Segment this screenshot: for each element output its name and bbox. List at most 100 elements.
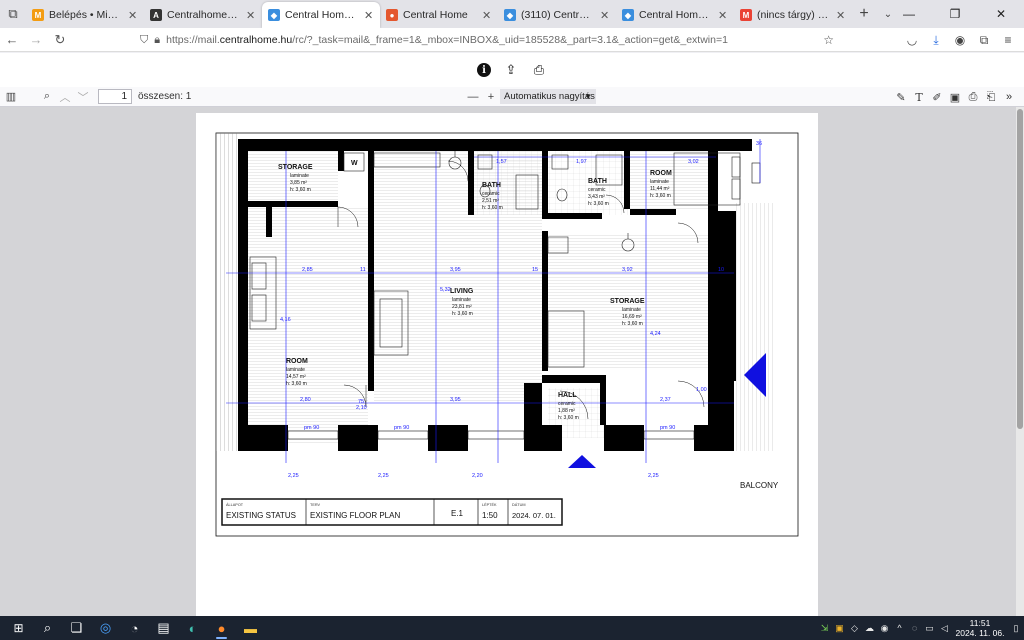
account-icon[interactable]: ◉ — [948, 28, 972, 52]
app-tray-icon[interactable]: ◇ — [847, 616, 862, 640]
dim-label: pm 90 — [660, 425, 675, 431]
tab-strip: ⧉ M Belépés • MiniCRM ✕ A CentralhomeNex… — [0, 0, 1024, 28]
shield-icon[interactable]: ⛉ — [140, 34, 148, 47]
windows-start-icon[interactable]: ⊞ — [4, 616, 33, 640]
search-icon[interactable]: ⌕ — [33, 616, 62, 640]
restore-icon[interactable]: ❐ — [932, 0, 978, 28]
image-icon[interactable]: ▣ — [946, 87, 964, 107]
close-tab-icon[interactable]: ✕ — [482, 9, 492, 22]
room-material: laminate — [452, 297, 471, 303]
tb-date: 2024. 07. 01. — [512, 511, 556, 520]
page-number-input[interactable]: 1 — [98, 89, 132, 104]
tab-title: Central Home Webmail :: — [639, 9, 713, 21]
room-height: h: 3,60 m — [482, 205, 503, 211]
volume-icon[interactable]: ◁ — [937, 616, 952, 640]
chevron-up-icon[interactable]: ^ — [892, 616, 907, 640]
close-window-icon[interactable]: ✕ — [978, 0, 1024, 28]
menu-icon[interactable]: ≡ — [996, 28, 1020, 52]
clock[interactable]: 11:51 2024. 11. 06. — [952, 618, 1008, 638]
url-text[interactable]: https://mail.centralhome.hu/rc/?_task=ma… — [166, 34, 817, 46]
list-all-tabs-icon[interactable]: ⧉ — [0, 0, 26, 28]
viewer-scrollbar[interactable] — [1016, 107, 1024, 616]
network-icon[interactable]: ▭ — [922, 616, 937, 640]
dim-label: 2,80 — [300, 397, 311, 403]
dim-label: 11 — [360, 267, 366, 273]
speedometer-icon[interactable]: ◔ — [120, 616, 149, 640]
pocket-icon[interactable]: ◡ — [900, 28, 924, 52]
app-tray-icon[interactable]: ◉ — [877, 616, 892, 640]
room-area: 1,88 m² — [558, 408, 575, 414]
forward-icon[interactable]: → — [24, 28, 48, 52]
pdf-page: 2,85 11 3,95 15 3,92 10 2,80 3,95 2,37 1… — [196, 113, 818, 616]
tb-label-date: DÁTUM — [512, 503, 526, 507]
info-icon[interactable]: i — [477, 63, 491, 77]
task-view-icon[interactable]: ❏ — [62, 616, 91, 640]
download-icon[interactable]: ⤓ — [924, 28, 948, 52]
minimize-icon[interactable]: — — [886, 0, 932, 28]
save-icon[interactable]: ⎗ — [982, 87, 1000, 107]
room-material: ceramic — [588, 187, 606, 193]
tab-gmail[interactable]: M (nincs tárgy) - anita23160 ✕ — [734, 2, 852, 28]
firefox-icon[interactable]: ● — [207, 616, 236, 640]
tab-centralhome[interactable]: ● Central Home ✕ — [380, 2, 498, 28]
tab-webmail-active[interactable]: ◆ Central Home Webmail :: ✕ — [262, 2, 380, 28]
reload-icon[interactable]: ↻ — [48, 28, 72, 52]
url-bar[interactable]: ⛉ 🔒︎ https://mail.centralhome.hu/rc/?_ta… — [132, 30, 842, 50]
window-controls: — ❐ ✕ — [886, 0, 1024, 28]
toolbar-right: ◡ ⤓ ◉ ⧉ ≡ — [900, 28, 1020, 52]
zoom-in-icon[interactable]: + — [482, 87, 500, 107]
floor-plan: 2,85 11 3,95 15 3,92 10 2,80 3,95 2,37 1… — [215, 132, 799, 537]
app-tray-icon[interactable]: ▣ — [832, 616, 847, 640]
tab-webmail-2[interactable]: ◆ Central Home Webmail :: ✕ — [616, 2, 734, 28]
edge-icon[interactable]: ◐ — [178, 616, 207, 640]
zoom-select[interactable]: Automatikus nagyítás ▼ — [500, 89, 596, 104]
page-count: összesen: 1 — [138, 91, 192, 102]
dim-label: 15 — [532, 267, 538, 273]
tab-webmail-3110[interactable]: ◆ (3110) Central Home Web ✕ — [498, 2, 616, 28]
extensions-icon[interactable]: ⧉ — [972, 28, 996, 52]
new-tab-button[interactable]: + — [852, 0, 876, 28]
print-icon[interactable]: ⎙ — [531, 62, 547, 78]
app-tray-icon[interactable]: ☁ — [862, 616, 877, 640]
close-tab-icon[interactable]: ✕ — [128, 9, 138, 22]
highlight-icon[interactable]: ✎ — [892, 87, 910, 107]
notification-icon[interactable]: ▯ — [1008, 616, 1024, 640]
dim-label: 36 — [756, 141, 762, 147]
tb-label-type: TERV — [310, 503, 321, 507]
file-explorer-icon[interactable]: ▬ — [236, 616, 265, 640]
close-tab-icon[interactable]: ✕ — [246, 9, 256, 22]
search-icon[interactable]: ⌕ — [38, 87, 56, 107]
sidebar-toggle-icon[interactable]: ▥ — [2, 87, 20, 107]
pdf-viewer[interactable]: 2,85 11 3,95 15 3,92 10 2,80 3,95 2,37 1… — [0, 107, 1024, 616]
upload-icon[interactable]: ⇪ — [503, 62, 519, 78]
store-icon[interactable]: ▤ — [149, 616, 178, 640]
close-tab-icon[interactable]: ✕ — [836, 9, 846, 22]
tb-label-state: ÁLLAPOT — [226, 503, 244, 507]
safari-icon[interactable]: ◎ — [91, 616, 120, 640]
chevron-up-icon[interactable]: ︿ — [56, 87, 74, 107]
room-material: laminate — [286, 367, 305, 373]
tab-minicrm[interactable]: M Belépés • MiniCRM ✕ — [26, 2, 144, 28]
back-icon[interactable]: ← — [0, 28, 24, 52]
more-tools-icon[interactable]: » — [1000, 87, 1018, 107]
close-tab-icon[interactable]: ✕ — [600, 9, 610, 22]
tab-nextadmin[interactable]: A CentralhomeNextadmin ✕ — [144, 2, 262, 28]
chevron-down-icon: ▼ — [584, 92, 592, 101]
room-name: BATH — [482, 182, 501, 189]
chevron-down-icon[interactable]: ﹀ — [74, 87, 92, 107]
close-tab-icon[interactable]: ✕ — [718, 9, 728, 22]
language-icon[interactable]: ◌ — [907, 616, 922, 640]
dim-label: 2,10 — [356, 405, 367, 411]
room-area: 2,51 m² — [482, 198, 499, 204]
text-icon[interactable]: T — [910, 87, 928, 107]
print-icon[interactable]: ⎙ — [964, 87, 982, 107]
zoom-out-icon[interactable]: — — [464, 87, 482, 107]
close-tab-icon[interactable]: ✕ — [364, 9, 374, 22]
bookmark-star-icon[interactable]: ☆ — [823, 33, 834, 47]
dim-label: 1,97 — [576, 159, 587, 165]
lock-icon[interactable]: 🔒︎ — [154, 34, 160, 47]
app-tray-icon[interactable]: ⇲ — [817, 616, 832, 640]
scrollbar-thumb[interactable] — [1017, 109, 1023, 429]
room-height: h: 3,60 m — [290, 187, 311, 193]
draw-icon[interactable]: ✐ — [928, 87, 946, 107]
